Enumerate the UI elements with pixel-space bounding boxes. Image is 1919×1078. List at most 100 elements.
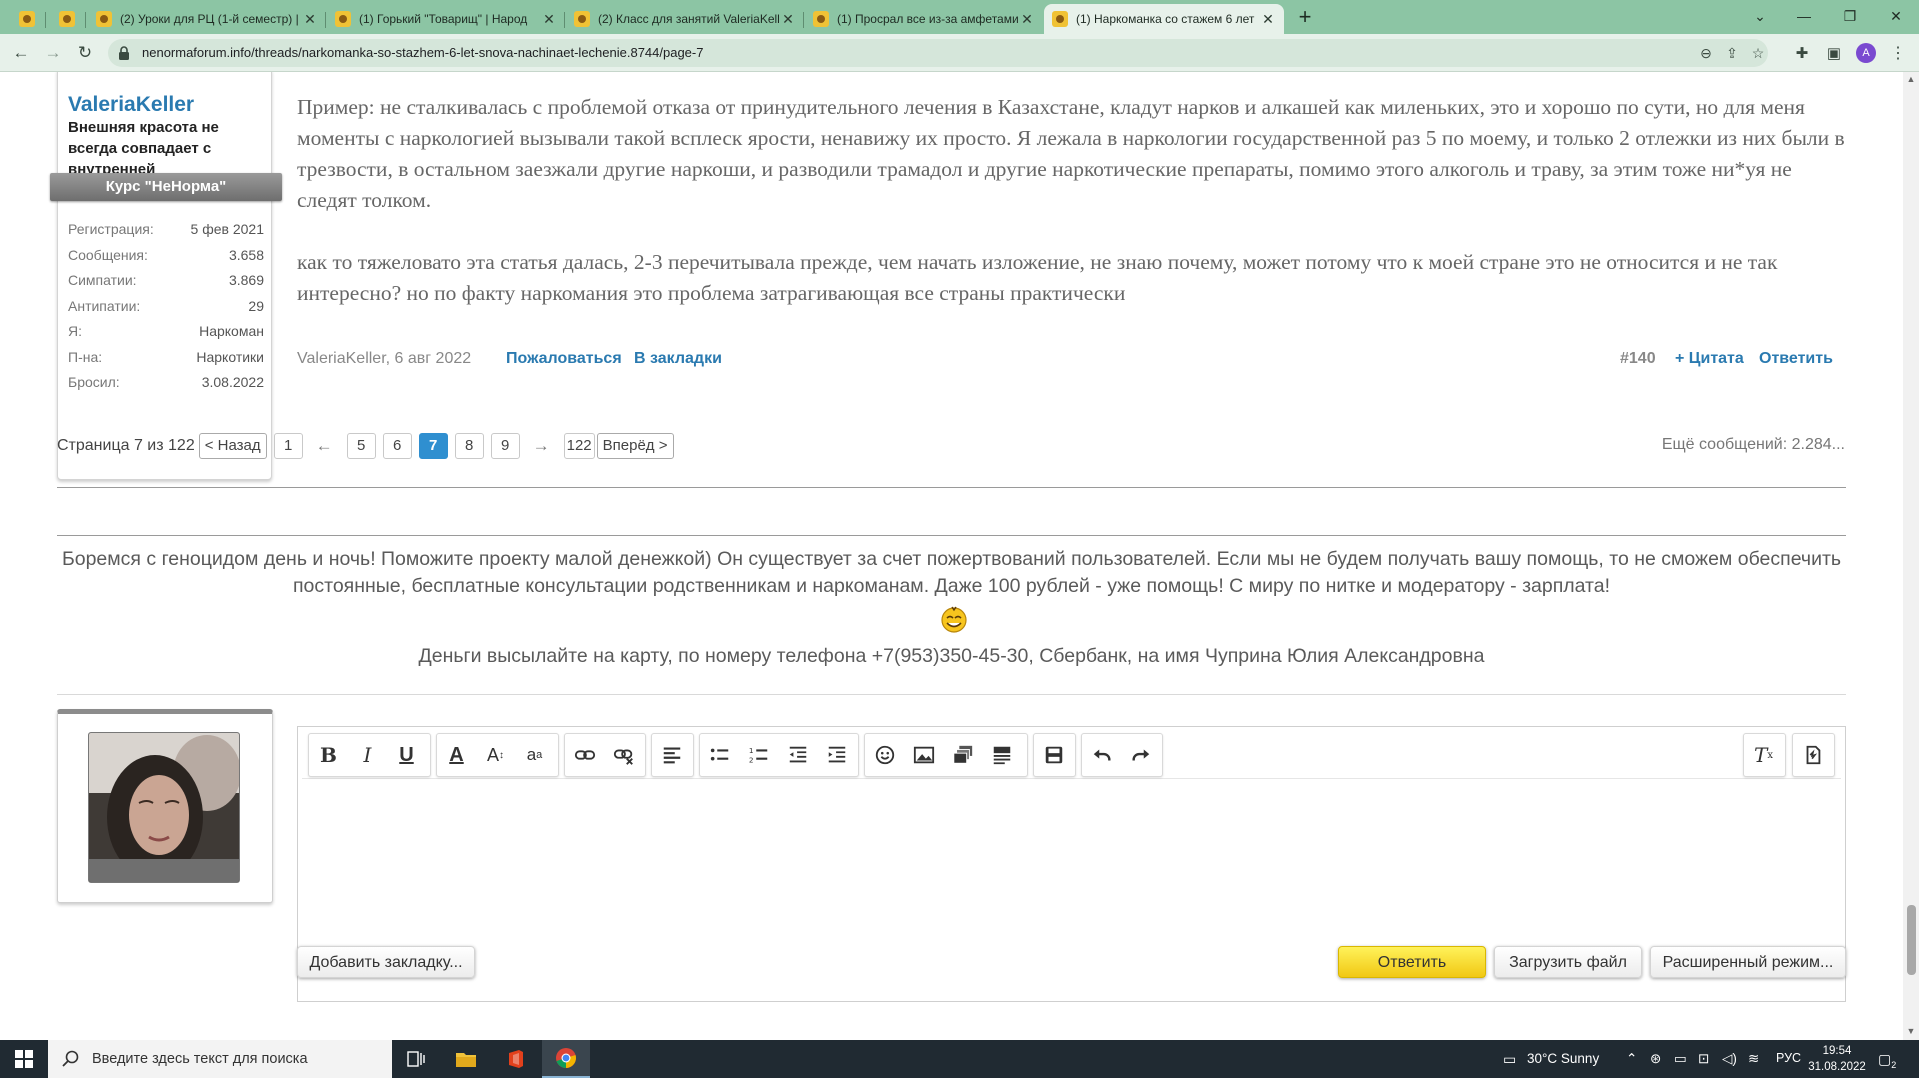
page-scrollbar[interactable]: ▲ ▼	[1903, 72, 1919, 1040]
close-tab-icon[interactable]: ✕	[541, 11, 557, 28]
advanced-mode-button[interactable]: Расширенный режим...	[1650, 946, 1846, 978]
report-link[interactable]: Пожаловаться	[506, 350, 622, 368]
bookmark-link[interactable]: В закладки	[634, 350, 722, 368]
close-tab-icon[interactable]: ✕	[1019, 11, 1035, 28]
username-link[interactable]: ValeriaKeller	[68, 93, 194, 117]
close-window-button[interactable]: ✕	[1873, 0, 1919, 32]
network-icon[interactable]: ⊡	[1698, 1051, 1709, 1067]
weather-icon[interactable]: ▭	[1503, 1051, 1516, 1068]
tray-chevron-icon[interactable]: ⌃	[1626, 1051, 1637, 1067]
page-link-5[interactable]: 5	[346, 433, 376, 459]
tab-active[interactable]: (1) Наркоманка со стажем 6 лет ✕	[1044, 4, 1284, 34]
left-arrow-icon[interactable]: ←	[316, 436, 333, 456]
share-icon[interactable]: ⇪	[1723, 44, 1741, 62]
tab-4[interactable]: (2) Класс для занятий ValeriaKell ✕	[566, 4, 804, 34]
tab-search-chevron-icon[interactable]: ⌄	[1737, 0, 1783, 32]
bbcode-toggle-icon[interactable]	[1793, 735, 1832, 775]
undo-icon[interactable]	[1082, 735, 1121, 775]
tab-pinned-2[interactable]	[48, 4, 86, 34]
link-group	[564, 733, 646, 777]
input-language[interactable]: РУС	[1776, 1051, 1801, 1065]
tab-pinned-1[interactable]	[8, 4, 46, 34]
back-arrow-icon[interactable]: ←	[9, 41, 33, 65]
minimize-button[interactable]: —	[1781, 0, 1827, 32]
close-tab-icon[interactable]: ✕	[1260, 11, 1276, 28]
taskbar-search[interactable]: Введите здесь текст для поиска	[48, 1040, 392, 1078]
task-view-icon[interactable]	[392, 1040, 440, 1078]
lock-icon	[119, 46, 129, 60]
page-content: ValeriaKeller Внешняя красота не всегда …	[0, 72, 1903, 1040]
outdent-icon[interactable]	[778, 735, 817, 775]
redo-icon[interactable]	[1121, 735, 1160, 775]
page-link-8[interactable]: 8	[454, 433, 484, 459]
stat-value[interactable]: 3.658	[229, 243, 264, 269]
meet-icon[interactable]: ⊛	[1650, 1051, 1661, 1067]
weather-text[interactable]: 30°C Sunny	[1527, 1051, 1599, 1066]
restore-button[interactable]: ❐	[1827, 0, 1873, 32]
forward-arrow-icon[interactable]: →	[41, 41, 65, 65]
chrome-icon[interactable]	[542, 1040, 590, 1078]
battery-icon[interactable]: ▭	[1674, 1051, 1687, 1067]
close-tab-icon[interactable]: ✕	[780, 11, 796, 28]
new-tab-button[interactable]: +	[1293, 6, 1317, 30]
page-link-1[interactable]: 1	[273, 433, 303, 459]
side-panel-icon[interactable]: ▣	[1822, 41, 1846, 65]
volume-icon[interactable]: ◁)	[1722, 1051, 1737, 1067]
post-number[interactable]: #140	[1620, 350, 1656, 368]
reply-link[interactable]: Ответить	[1759, 350, 1833, 368]
scroll-up-icon[interactable]: ▲	[1906, 74, 1916, 84]
taskbar-clock[interactable]: 19:54 31.08.2022	[1808, 1043, 1866, 1075]
quote-link[interactable]: + Цитата	[1675, 350, 1744, 368]
file-explorer-icon[interactable]	[442, 1040, 490, 1078]
close-tab-icon[interactable]: ✕	[302, 11, 318, 28]
tab-separator	[564, 12, 565, 28]
profile-avatar[interactable]: A	[1856, 43, 1876, 63]
font-family-icon[interactable]: aa	[515, 735, 554, 775]
reload-icon[interactable]: ↻	[73, 41, 97, 65]
bullet-list-icon[interactable]	[700, 735, 739, 775]
smilies-icon[interactable]	[865, 735, 904, 775]
unlink-icon[interactable]	[604, 735, 643, 775]
page-link-last[interactable]: 122	[563, 433, 595, 459]
numbered-list-icon[interactable]: 12	[739, 735, 778, 775]
wifi-icon[interactable]: ≋	[1748, 1051, 1759, 1067]
text-color-icon[interactable]: A	[437, 735, 476, 775]
image-icon[interactable]	[904, 735, 943, 775]
italic-icon[interactable]: I	[348, 735, 387, 775]
zoom-icon[interactable]: ⊖	[1697, 44, 1715, 62]
tab-2[interactable]: (2) Уроки для РЦ (1-й семестр) | ✕	[88, 4, 326, 34]
page-link-6[interactable]: 6	[382, 433, 412, 459]
url-text[interactable]: nenormaforum.info/threads/narkomanka-so-…	[142, 45, 703, 60]
page-link-9[interactable]: 9	[490, 433, 520, 459]
extensions-puzzle-icon[interactable]: ✚	[1790, 41, 1814, 65]
indent-icon[interactable]	[817, 735, 856, 775]
underline-icon[interactable]: U	[387, 735, 426, 775]
scroll-thumb[interactable]	[1907, 905, 1916, 975]
right-arrow-icon[interactable]: →	[533, 436, 550, 456]
align-left-icon[interactable]	[652, 735, 691, 775]
save-draft-icon[interactable]	[1034, 735, 1073, 775]
notification-icon[interactable]: ▢2	[1878, 1051, 1896, 1070]
upload-file-button[interactable]: Загрузить файл	[1494, 946, 1642, 978]
font-size-icon[interactable]: A ↕	[476, 735, 515, 775]
next-page-button[interactable]: Вперёд >	[596, 433, 674, 459]
remove-formatting-icon[interactable]: Tx	[1744, 735, 1783, 775]
media-icon[interactable]	[943, 735, 982, 775]
address-bar[interactable]: nenormaforum.info/threads/narkomanka-so-…	[108, 39, 1768, 67]
scroll-down-icon[interactable]: ▼	[1906, 1026, 1916, 1036]
bold-icon[interactable]: B	[309, 735, 348, 775]
message-author-date[interactable]: ValeriaKeller, 6 авг 2022	[297, 350, 471, 368]
browser-menu-icon[interactable]: ⋮	[1886, 41, 1910, 65]
tab-5[interactable]: (1) Просрал все из-за амфетами ✕	[805, 4, 1043, 34]
link-icon[interactable]	[565, 735, 604, 775]
bookmark-star-icon[interactable]: ☆	[1749, 44, 1767, 62]
insert-block-icon[interactable]	[982, 735, 1021, 775]
office-icon[interactable]	[492, 1040, 540, 1078]
avatar[interactable]	[88, 732, 240, 883]
add-bookmark-button[interactable]: Добавить закладку...	[297, 946, 475, 978]
start-button[interactable]	[0, 1040, 48, 1078]
more-messages-link[interactable]: Ещё сообщений: 2.284...	[1662, 436, 1845, 454]
prev-page-button[interactable]: < Назад	[198, 433, 267, 459]
tab-3[interactable]: (1) Горький "Товарищ" | Народ ✕	[327, 4, 565, 34]
reply-submit-button[interactable]: Ответить	[1338, 946, 1486, 978]
